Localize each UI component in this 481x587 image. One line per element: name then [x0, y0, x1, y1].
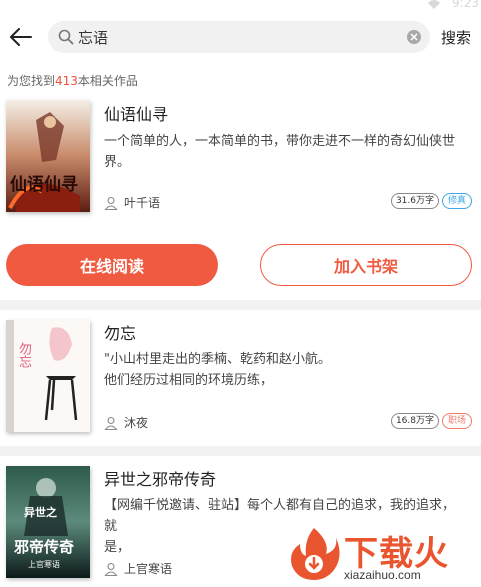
flame-logo-icon: [291, 528, 340, 580]
genre-badge: 修真: [441, 193, 472, 209]
search-box[interactable]: [48, 21, 430, 53]
cover-title-text: 仙语仙寻: [10, 175, 78, 195]
search-input[interactable]: [78, 25, 398, 49]
book-badges: 16.8万字 职场: [390, 413, 472, 429]
book-cover[interactable]: 异世之 邪帝传奇 上官寒语: [6, 466, 90, 578]
result-count-number: 413: [55, 74, 78, 88]
row-divider: [0, 446, 481, 456]
book-author: 叶千语: [104, 194, 160, 211]
author-name: 叶千语: [124, 196, 161, 210]
watermark-url: xiazaihuo.com: [344, 568, 421, 582]
word-count-badge: 31.6万字: [390, 193, 439, 209]
author-name: 沐夜: [124, 416, 149, 430]
book-badges: 31.6万字 修真: [390, 193, 472, 209]
user-icon: [104, 562, 118, 576]
description-line: 他们经历过相同的环境历练，: [104, 373, 274, 388]
user-icon: [104, 196, 118, 210]
book-title[interactable]: 异世之邪帝传奇: [104, 466, 216, 490]
clear-search-icon[interactable]: [407, 30, 421, 44]
description-line: "小山村里走出的季楠、乾药和赵小航。: [104, 352, 331, 367]
result-count-suffix: 本相关作品: [77, 74, 138, 88]
book-cover[interactable]: 勿忘: [6, 320, 90, 432]
genre-badge: 职场: [441, 413, 472, 429]
result-count-prefix: 为您找到: [7, 74, 56, 88]
section-divider: [0, 300, 481, 310]
cover-text-top: 异世之: [24, 506, 57, 519]
book-description: 一个简单的人，一本简单的书，带你走进不一样的奇幻仙侠世界。: [104, 134, 456, 170]
back-button[interactable]: [6, 22, 36, 52]
result-count: 为您找到413本相关作品: [7, 72, 138, 89]
user-icon: [104, 416, 118, 430]
book-cover[interactable]: 仙语仙寻: [6, 100, 90, 212]
back-arrow-icon: [10, 28, 32, 46]
add-to-shelf-button[interactable]: 加入书架: [260, 244, 472, 286]
cover-text-main: 邪帝传奇: [14, 538, 75, 556]
book-author: 沐夜: [104, 414, 148, 431]
word-count-badge: 16.8万字: [390, 413, 439, 429]
search-header: 搜索: [0, 10, 481, 64]
book-description: "小山村里走出的季楠、乾药和赵小航。 他们经历过相同的环境历练，: [104, 349, 464, 391]
cover-text-sub: 上官寒语: [28, 560, 60, 569]
book-title[interactable]: 仙语仙寻: [104, 101, 168, 125]
status-time: 9:23: [452, 0, 479, 10]
book-title[interactable]: 勿忘: [104, 320, 136, 344]
search-icon: [58, 29, 74, 45]
book-author: 上官寒语: [104, 560, 172, 577]
cover-title-text: 勿忘: [16, 342, 31, 368]
status-bar: 9:23: [0, 0, 481, 10]
author-name: 上官寒语: [124, 562, 173, 576]
search-button[interactable]: 搜索: [441, 27, 471, 48]
watermark: 下载火 xiazaihuo.com: [286, 524, 481, 587]
read-online-button[interactable]: 在线阅读: [6, 244, 218, 286]
